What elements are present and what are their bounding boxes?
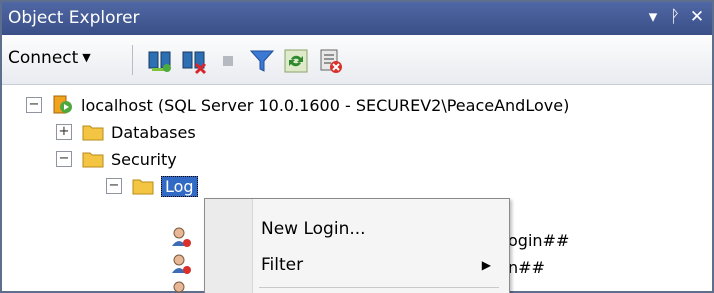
activity-monitor-icon[interactable] [316, 47, 344, 75]
stop-icon[interactable] [214, 47, 242, 75]
folder-icon [132, 179, 154, 195]
filter-label: Filter [261, 255, 304, 275]
filter-icon[interactable] [248, 47, 276, 75]
toolbar-separator [132, 45, 133, 75]
tree-node-security[interactable]: − Security [56, 145, 177, 173]
login-item-label: ogin## [508, 231, 570, 250]
submenu-arrow-icon: ▶ [481, 258, 491, 272]
connect-object-explorer-icon[interactable] [146, 47, 174, 75]
login-item-label: n## [508, 258, 545, 277]
object-explorer-panel: Object Explorer ▾ ᚹ ✕ Connect ▼ − localh… [0, 0, 714, 293]
collapse-icon[interactable]: − [26, 97, 42, 113]
panel-title: Object Explorer [8, 8, 140, 28]
menu-separator [259, 287, 499, 288]
server-icon [53, 95, 72, 114]
menu-item-new-login[interactable]: New Login... [261, 213, 501, 245]
server-label: localhost (SQL Server 10.0.1600 - SECURE… [81, 95, 570, 115]
collapse-icon[interactable]: − [106, 178, 122, 194]
folder-icon [82, 125, 104, 141]
menu-icon-gutter [205, 199, 253, 293]
connect-button[interactable]: Connect ▼ [8, 48, 91, 68]
connect-label: Connect [8, 48, 79, 68]
security-label: Security [111, 149, 177, 169]
connect-dropdown-icon[interactable]: ▼ [82, 51, 90, 64]
refresh-icon[interactable] [282, 47, 310, 75]
databases-label: Databases [111, 122, 196, 142]
login-user-icon [172, 227, 191, 247]
title-bar: Object Explorer ▾ ᚹ ✕ [2, 2, 712, 35]
pin-icon[interactable]: ᚹ [664, 6, 686, 28]
toolbar: Connect ▼ [2, 35, 712, 85]
logins-label: Log [161, 175, 198, 197]
menu-item-filter[interactable]: Filter ▶ [261, 249, 501, 281]
folder-icon [82, 152, 104, 168]
tree-node-logins[interactable]: − Log [106, 172, 198, 200]
context-menu: New Login... Filter ▶ [204, 198, 510, 293]
expand-icon[interactable]: + [56, 124, 72, 140]
close-icon[interactable]: ✕ [686, 6, 708, 28]
login-user-icon [172, 254, 191, 274]
window-position-dropdown-icon[interactable]: ▾ [642, 6, 664, 28]
tree-node-databases[interactable]: + Databases [56, 118, 196, 146]
new-login-label: New Login... [261, 219, 366, 239]
collapse-icon[interactable]: − [56, 151, 72, 167]
disconnect-icon[interactable] [180, 47, 208, 75]
tree-node-server[interactable]: − localhost (SQL Server 10.0.1600 - SECU… [26, 91, 569, 119]
login-user-icon [173, 281, 185, 293]
